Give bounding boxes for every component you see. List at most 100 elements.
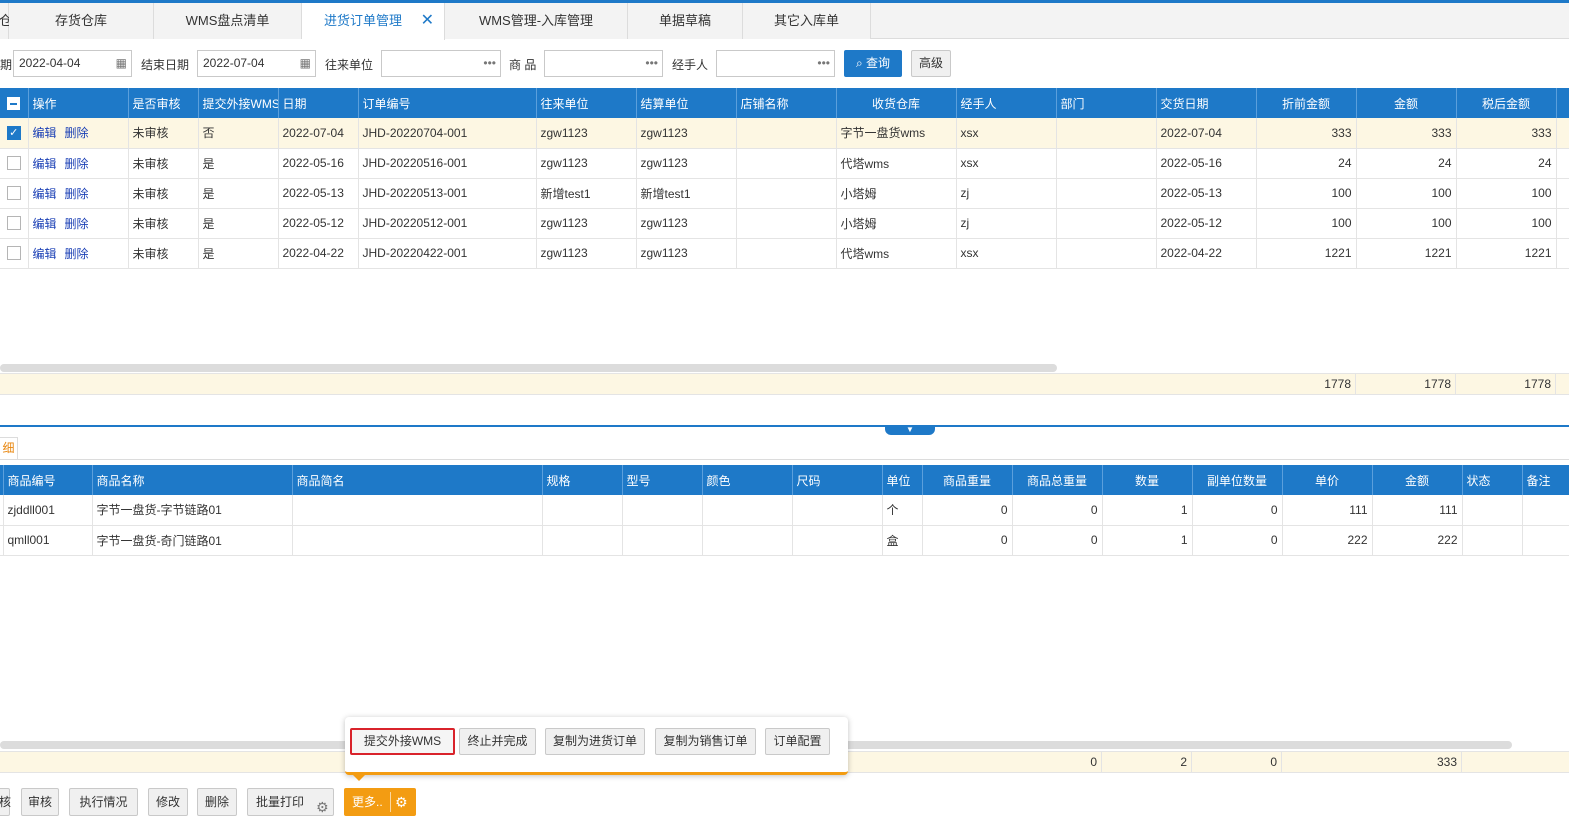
cell-tax-amount: 1221 — [1456, 238, 1557, 269]
goods-input[interactable]: ••• — [544, 50, 663, 77]
delete-link[interactable]: 删除 — [65, 157, 89, 171]
delete-link[interactable]: 删除 — [65, 217, 89, 231]
batch-print-button[interactable]: 批量打印 ⚙ — [247, 788, 334, 816]
start-date-input[interactable]: 2022-04-04 ▦ — [13, 50, 132, 77]
detail-row[interactable]: qmll001 字节一盘货-奇门链路01 盒 0 0 1 0 222 222 — [0, 525, 1569, 556]
advanced-button[interactable]: 高级 — [911, 50, 951, 77]
table-row[interactable]: ✓ 编辑 删除 未审核 否 2022-07-04 JHD-20220704-001… — [0, 118, 1569, 149]
cell-amount: 111 — [1372, 495, 1463, 526]
partner-input[interactable]: ••• — [381, 50, 501, 77]
edit-link[interactable]: 编辑 — [33, 217, 57, 231]
cell-audit: 未审核 — [128, 148, 199, 179]
gear-icon[interactable]: ⚙ — [395, 792, 408, 812]
tab-partial[interactable]: 仓 — [0, 3, 12, 39]
handler-input[interactable]: ••• — [716, 50, 835, 77]
delete-button[interactable]: 删除 — [197, 788, 237, 816]
more-dots-icon[interactable]: ••• — [483, 51, 496, 76]
cell-sub-qty: 0 — [1192, 525, 1283, 556]
col-goods-short: 商品简名 — [292, 465, 543, 495]
sum-amount: 1778 — [1356, 374, 1456, 394]
cell-date: 2022-05-16 — [278, 148, 359, 179]
cell-settle: zgw1123 — [636, 238, 737, 269]
close-icon[interactable]: ✕ — [421, 3, 434, 39]
delete-link[interactable]: 删除 — [65, 247, 89, 261]
edit-link[interactable]: 编辑 — [33, 126, 57, 140]
cell-dept — [1056, 148, 1157, 179]
execution-button[interactable]: 执行情况 — [69, 788, 138, 816]
sum-total-weight: 0 — [1012, 752, 1102, 772]
select-all-checkbox[interactable] — [0, 88, 29, 118]
row-checkbox[interactable] — [0, 238, 29, 269]
table-row[interactable]: 编辑 删除 未审核 是 2022-05-16 JHD-20220516-001 z… — [0, 148, 1569, 179]
copy-sales-order-button[interactable]: 复制为销售订单 — [655, 728, 756, 755]
tab-wms-inbound[interactable]: WMS管理-入库管理 — [445, 3, 628, 39]
cell-order-no: JHD-20220704-001 — [358, 118, 537, 149]
cell-warehouse: 小塔姆 — [836, 178, 957, 209]
horizontal-scrollbar[interactable] — [0, 364, 1057, 372]
cell-spec — [542, 525, 623, 556]
handler-label: 经手人 — [672, 58, 709, 72]
cell-dept — [1056, 178, 1157, 209]
partial-button[interactable]: 核 — [0, 788, 11, 816]
row-checkbox[interactable] — [0, 208, 29, 239]
detail-table: 商品编号 商品名称 商品简名 规格 型号 颜色 尺码 单位 商品重量 商品总重量… — [0, 465, 1569, 556]
row-actions: 编辑 删除 — [28, 118, 129, 149]
tab-inventory-warehouse[interactable]: 存货仓库 — [9, 3, 154, 39]
cell-weight: 0 — [922, 525, 1013, 556]
cell-note — [1522, 495, 1569, 526]
cell-dept — [1056, 118, 1157, 149]
calendar-icon[interactable]: ▦ — [300, 51, 311, 76]
gear-icon[interactable]: ⚙ — [316, 794, 329, 820]
cell-wms: 是 — [198, 178, 279, 209]
modify-button[interactable]: 修改 — [148, 788, 188, 816]
col-weight: 商品重量 — [922, 465, 1013, 495]
order-config-button[interactable]: 订单配置 — [765, 728, 830, 755]
delete-link[interactable]: 删除 — [65, 126, 89, 140]
row-checkbox[interactable] — [0, 148, 29, 179]
table-row[interactable]: 编辑 删除 未审核 是 2022-04-22 JHD-20220422-001 z… — [0, 238, 1569, 269]
cell-weight: 0 — [922, 495, 1013, 526]
table-row[interactable]: 编辑 删除 未审核 是 2022-05-12 JHD-20220512-001 z… — [0, 208, 1569, 239]
cell-date: 2022-05-13 — [278, 178, 359, 209]
row-actions: 编辑 删除 — [28, 148, 129, 179]
cell-wms: 是 — [198, 148, 279, 179]
submit-wms-button[interactable]: 提交外接WMS — [350, 728, 455, 755]
cell-partner: zgw1123 — [536, 118, 637, 149]
detail-row[interactable]: zjddll001 字节一盘货-字节链路01 个 0 0 1 0 111 111 — [0, 495, 1569, 526]
cell-amount: 100 — [1356, 208, 1457, 239]
cell-warehouse: 字节一盘货wms — [836, 118, 957, 149]
more-dots-icon[interactable]: ••• — [645, 51, 658, 76]
col-amount: 金额 — [1372, 465, 1463, 495]
tab-other-inbound[interactable]: 其它入库单 — [743, 3, 871, 39]
end-date-input[interactable]: 2022-07-04 ▦ — [197, 50, 316, 77]
tab-purchase-order[interactable]: 进货订单管理 ✕ — [302, 3, 445, 40]
query-button[interactable]: ⌕ 查询 — [844, 50, 902, 77]
terminate-complete-button[interactable]: 终止并完成 — [459, 728, 536, 755]
row-checkbox[interactable]: ✓ — [0, 118, 29, 149]
cell-status — [1462, 525, 1523, 556]
delete-link[interactable]: 删除 — [65, 187, 89, 201]
tab-drafts[interactable]: 单据草稿 — [628, 3, 743, 39]
edit-link[interactable]: 编辑 — [33, 157, 57, 171]
col-dept: 部门 — [1056, 88, 1157, 118]
row-checkbox[interactable] — [0, 178, 29, 209]
panel-splitter[interactable] — [0, 425, 1569, 427]
calendar-icon[interactable]: ▦ — [116, 51, 127, 76]
search-icon: ⌕ — [855, 56, 863, 70]
cell-partner: zgw1123 — [536, 148, 637, 179]
col-spec: 规格 — [542, 465, 623, 495]
cell-filler — [1556, 118, 1569, 149]
edit-link[interactable]: 编辑 — [33, 187, 57, 201]
more-dots-icon[interactable]: ••• — [817, 51, 830, 76]
table-row[interactable]: 编辑 删除 未审核 是 2022-05-13 JHD-20220513-001 新… — [0, 178, 1569, 209]
collapse-toggle[interactable]: ▼ — [885, 425, 935, 435]
col-status: 状态 — [1462, 465, 1523, 495]
tab-detail[interactable]: 细 — [0, 437, 18, 459]
edit-link[interactable]: 编辑 — [33, 247, 57, 261]
sum-sub-qty: 0 — [1192, 752, 1282, 772]
col-warehouse: 收货仓库 — [836, 88, 957, 118]
more-button[interactable]: 更多.. ⚙ — [344, 788, 416, 816]
audit-button[interactable]: 审核 — [21, 788, 59, 816]
copy-purchase-order-button[interactable]: 复制为进货订单 — [545, 728, 645, 755]
tab-wms-count[interactable]: WMS盘点清单 — [154, 3, 302, 39]
